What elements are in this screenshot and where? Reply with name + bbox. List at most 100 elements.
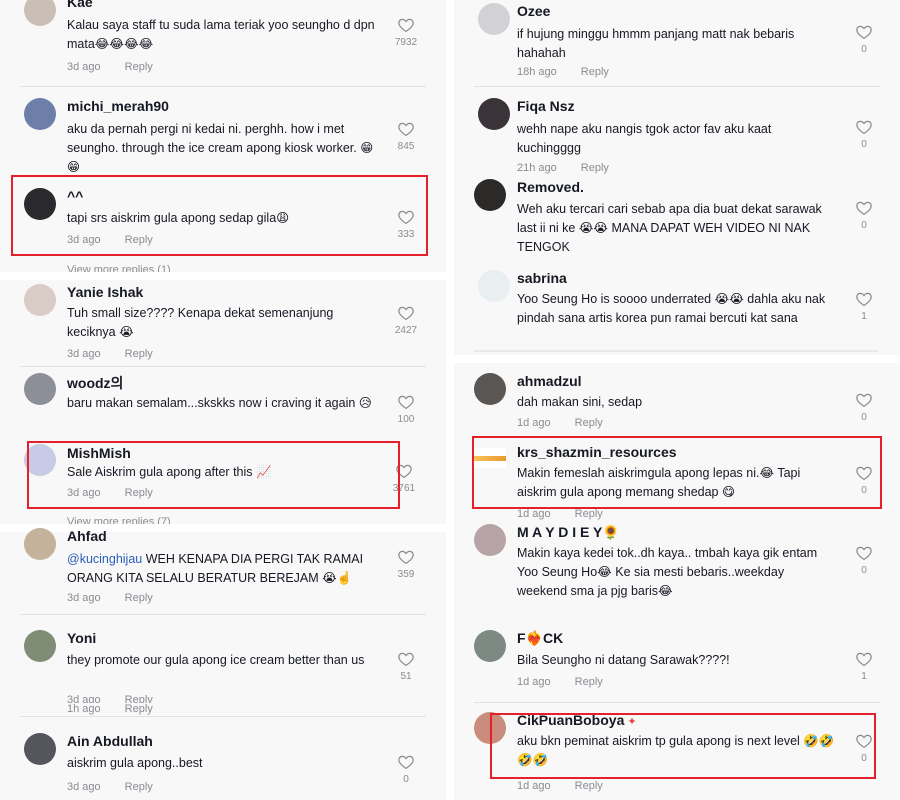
comment-username[interactable]: Kae <box>67 0 93 10</box>
heart-icon <box>856 25 872 40</box>
comment-time: 3d ago <box>67 348 101 360</box>
like-button[interactable]: 7932 <box>386 16 426 48</box>
thread-divider <box>0 272 446 280</box>
like-button[interactable]: 0 <box>844 118 884 150</box>
user-avatar[interactable] <box>474 373 506 405</box>
user-avatar[interactable] <box>478 98 510 130</box>
like-count: 7932 <box>394 37 418 48</box>
view-more-replies[interactable]: View more replies (7) <box>67 516 171 524</box>
thread-divider <box>474 350 878 352</box>
thread-divider <box>454 355 900 363</box>
comment-username[interactable]: woodz의 <box>67 373 123 393</box>
comment-item: Removed. Weh aku tercari cari sebab apa … <box>454 179 900 271</box>
user-avatar[interactable] <box>24 284 56 316</box>
heart-icon <box>856 120 872 135</box>
like-button[interactable]: 0 <box>386 753 426 785</box>
comment-username[interactable]: M A Y D I E Y🌻 <box>517 524 620 541</box>
reply-button[interactable]: Reply <box>575 417 603 429</box>
comment-text: if hujung minggu hmmm panjang matt nak b… <box>517 27 795 60</box>
reply-button[interactable]: Reply <box>575 676 603 688</box>
reply-button[interactable]: Reply <box>125 348 153 360</box>
comment-username[interactable]: Removed. <box>517 179 584 195</box>
heart-icon <box>398 755 414 770</box>
comment-username[interactable]: michi_merah90 <box>67 98 169 114</box>
comment-text: Weh aku tercari cari sebab apa dia buat … <box>517 202 822 254</box>
like-button[interactable]: 100 <box>386 393 426 425</box>
comment-meta: 18h ago Reply <box>517 66 609 78</box>
heart-icon <box>398 395 414 410</box>
heart-icon <box>398 18 414 33</box>
user-avatar[interactable] <box>474 630 506 662</box>
user-avatar[interactable] <box>24 98 56 130</box>
reply-button[interactable]: Reply <box>125 781 153 793</box>
highlight-box <box>490 713 876 779</box>
like-button[interactable]: 0 <box>844 23 884 55</box>
user-avatar[interactable] <box>478 3 510 35</box>
comment-meta: 1d ago Reply <box>517 676 603 688</box>
heart-icon <box>398 550 414 565</box>
separator <box>474 86 880 87</box>
comment-time: 3d ago <box>67 61 101 73</box>
comment-time: 3d ago <box>67 592 101 604</box>
like-button[interactable]: 0 <box>844 199 884 231</box>
comment-item: Fiqa Nsz wehh nape aku nangis tgok actor… <box>454 98 900 190</box>
like-button[interactable]: 1 <box>844 650 884 682</box>
comment-username[interactable]: sabrina <box>517 270 567 286</box>
like-button[interactable]: 1 <box>844 290 884 322</box>
comment-username[interactable]: Ain Abdullah <box>67 733 153 749</box>
comment-meta: 1h ago Reply <box>67 703 153 715</box>
heart-icon <box>398 652 414 667</box>
comment-username[interactable]: Ahfad <box>67 528 107 544</box>
user-avatar[interactable] <box>478 270 510 302</box>
comment-meta: 3d ago Reply <box>67 348 153 360</box>
reply-button[interactable]: Reply <box>581 66 609 78</box>
user-avatar[interactable] <box>24 733 56 765</box>
reply-button[interactable]: Reply <box>125 61 153 73</box>
user-avatar[interactable] <box>24 373 56 405</box>
comment-text: Kalau saya staff tu suda lama teriak yoo… <box>67 18 375 51</box>
comment-item: Ozee if hujung minggu hmmm panjang matt … <box>454 3 900 95</box>
like-count: 1 <box>861 671 867 682</box>
reply-button[interactable]: Reply <box>125 592 153 604</box>
reply-button[interactable]: Reply <box>125 694 153 703</box>
comment-username[interactable]: Fiqa Nsz <box>517 98 575 114</box>
comment-meta: 21h ago Reply <box>517 162 609 174</box>
highlight-box <box>27 441 400 509</box>
comment-time: 21h ago <box>517 162 557 174</box>
reply-button[interactable]: Reply <box>575 780 603 792</box>
comment-username[interactable]: Yanie Ishak <box>67 284 143 300</box>
comment-meta: 1d ago Reply <box>517 417 603 429</box>
user-avatar[interactable] <box>24 0 56 26</box>
user-avatar[interactable] <box>24 630 56 662</box>
like-count: 0 <box>861 412 867 423</box>
comment-item: Ain Abdullah aiskrim gula apong..best 3d… <box>0 733 446 800</box>
reply-button[interactable]: Reply <box>581 162 609 174</box>
like-count: 100 <box>397 414 415 425</box>
reply-button[interactable]: Reply <box>575 508 603 520</box>
comment-text: aiskrim gula apong..best <box>67 756 203 770</box>
like-button[interactable]: 51 <box>386 650 426 682</box>
comment-text: wehh nape aku nangis tgok actor fav aku … <box>517 122 772 155</box>
comment-username[interactable]: Ozee <box>517 3 550 19</box>
like-button[interactable]: 359 <box>386 548 426 580</box>
comment-username[interactable]: F❤️‍🔥CK <box>517 630 563 647</box>
mention-link[interactable]: @kucinghijau <box>67 552 142 566</box>
reply-button[interactable]: Reply <box>125 703 153 715</box>
comment-item: Yanie Ishak Tuh small size???? Kenapa de… <box>0 284 446 376</box>
comment-text: baru makan semalam...skskks now i cravin… <box>67 396 372 410</box>
like-count: 359 <box>397 569 415 580</box>
user-avatar[interactable] <box>474 524 506 556</box>
like-count: 845 <box>397 141 415 152</box>
like-button[interactable]: 0 <box>844 391 884 423</box>
user-avatar[interactable] <box>24 528 56 560</box>
like-button[interactable]: 0 <box>844 544 884 576</box>
like-button[interactable]: 845 <box>386 120 426 152</box>
comment-username[interactable]: Yoni <box>67 630 96 646</box>
like-button[interactable]: 2427 <box>386 304 426 336</box>
heart-icon <box>398 122 414 137</box>
user-avatar[interactable] <box>474 179 506 211</box>
highlight-box <box>11 175 428 256</box>
separator <box>474 702 880 703</box>
view-more-replies[interactable]: View more replies (1) <box>67 264 171 272</box>
comment-username[interactable]: ahmadzul <box>517 373 582 389</box>
